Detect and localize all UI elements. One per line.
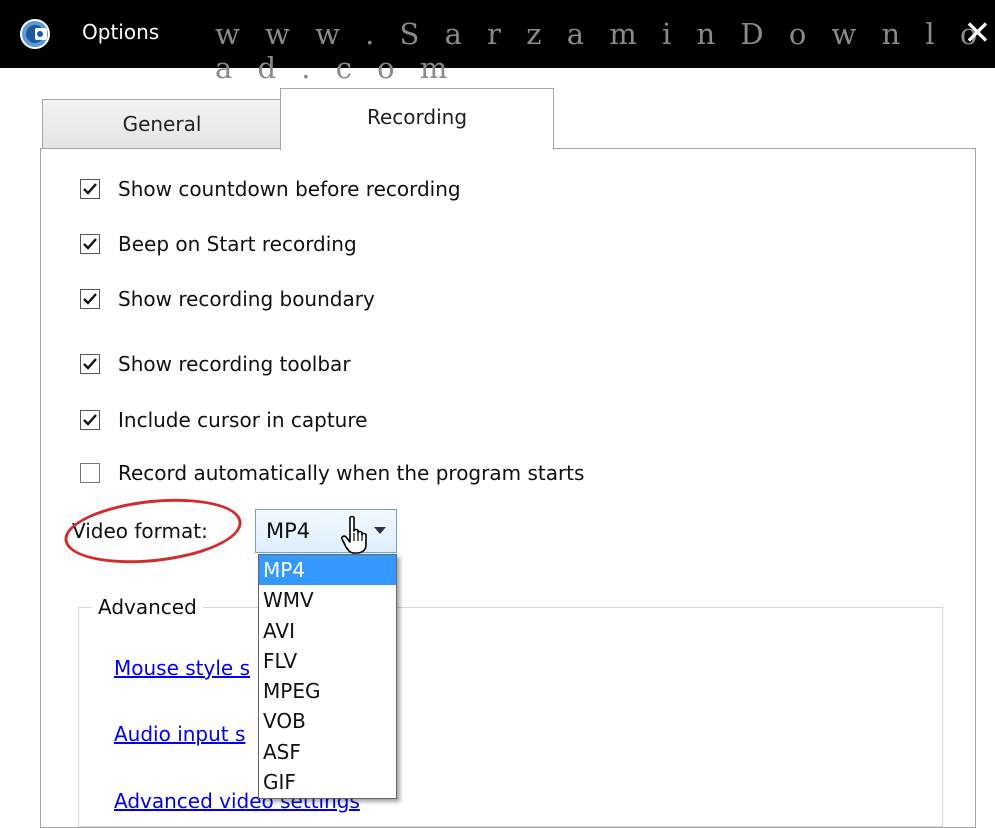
checkbox-label: Include cursor in capture: [118, 408, 368, 432]
checkbox-countdown[interactable]: [80, 179, 100, 199]
checkbox-boundary[interactable]: [80, 289, 100, 309]
video-format-value: MP4: [266, 519, 311, 543]
watermark: w w w . S a r z a m i n D o w n l o a d …: [215, 17, 986, 85]
audio-input-settings-link[interactable]: Audio input s: [114, 722, 245, 746]
dropdown-option-avi[interactable]: AVI: [259, 616, 396, 646]
checkbox-label: Show recording boundary: [118, 287, 375, 311]
checkbox-row-autostart[interactable]: Record automatically when the program st…: [80, 459, 584, 487]
hand-pointer-icon: [341, 515, 367, 554]
dropdown-option-gif[interactable]: GIF: [259, 767, 396, 797]
checkbox-row-beep[interactable]: Beep on Start recording: [80, 230, 357, 258]
close-button[interactable]: ✕: [960, 13, 995, 53]
checkbox-row-cursor[interactable]: Include cursor in capture: [80, 406, 367, 434]
tab-recording[interactable]: Recording: [280, 88, 554, 150]
dropdown-option-wmv[interactable]: WMV: [259, 585, 396, 615]
checkmark-icon: [83, 238, 97, 250]
title-bar: Options w w w . S a r z a m i n D o w n …: [0, 0, 995, 85]
chevron-down-icon[interactable]: [374, 527, 386, 534]
mouse-style-settings-link[interactable]: Mouse style s: [114, 656, 250, 680]
checkmark-icon: [83, 293, 97, 305]
window-title: Options: [82, 20, 160, 44]
tab-general-label: General: [122, 112, 202, 136]
checkbox-toolbar[interactable]: [80, 354, 100, 374]
checkbox-row-countdown[interactable]: Show countdown before recording: [80, 175, 461, 203]
checkbox-autostart[interactable]: [80, 463, 100, 483]
advanced-legend: Advanced: [92, 595, 203, 619]
checkbox-label: Beep on Start recording: [118, 232, 357, 256]
checkbox-row-boundary[interactable]: Show recording boundary: [80, 285, 375, 313]
video-format-dropdown[interactable]: MP4 WMV AVI FLV MPEG VOB ASF GIF: [258, 554, 397, 799]
checkbox-label: Show countdown before recording: [118, 177, 461, 201]
dropdown-option-asf[interactable]: ASF: [259, 737, 396, 767]
checkbox-cursor[interactable]: [80, 410, 100, 430]
checkbox-beep[interactable]: [80, 234, 100, 254]
checkmark-icon: [83, 358, 97, 370]
tab-recording-label: Recording: [366, 105, 468, 129]
dropdown-option-mp4[interactable]: MP4: [259, 555, 396, 586]
video-format-label: Video format:: [72, 519, 208, 543]
dropdown-option-flv[interactable]: FLV: [259, 646, 396, 676]
dropdown-option-vob[interactable]: VOB: [259, 706, 396, 736]
checkmark-icon: [83, 183, 97, 195]
tab-general[interactable]: General: [42, 99, 282, 149]
video-format-select[interactable]: MP4: [255, 509, 397, 553]
webcam-app-icon: [20, 19, 50, 49]
checkbox-label: Show recording toolbar: [118, 352, 351, 376]
close-icon[interactable]: ✕: [964, 13, 992, 52]
checkbox-label: Record automatically when the program st…: [118, 461, 585, 485]
checkbox-row-toolbar[interactable]: Show recording toolbar: [80, 350, 351, 378]
dropdown-option-mpeg[interactable]: MPEG: [259, 676, 396, 706]
checkmark-icon: [83, 414, 97, 426]
